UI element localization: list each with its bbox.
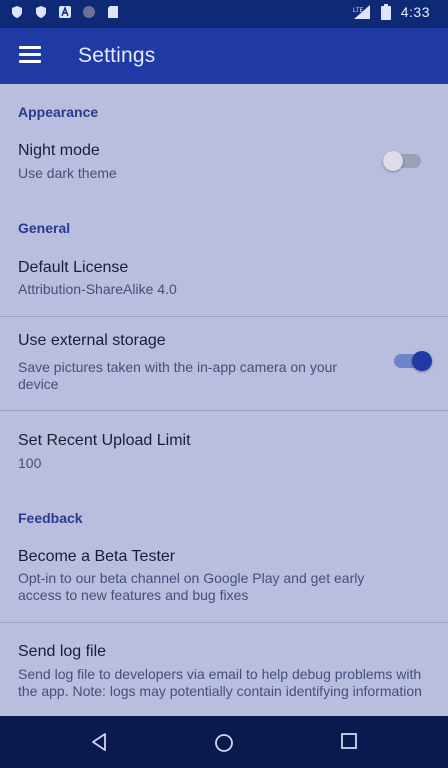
pref-title: Night mode — [18, 142, 100, 159]
settings-screen: LTE 4:33 Settings Appearance Night mode … — [0, 0, 448, 768]
pref-summary: Opt-in to our beta channel on Google Pla… — [18, 570, 365, 603]
battery-icon — [380, 4, 391, 20]
app-bar: Settings — [0, 28, 448, 84]
pref-external-storage[interactable]: Use external storage Save pictures taken… — [0, 317, 448, 409]
external-storage-switch[interactable] — [394, 351, 432, 371]
navigation-bar — [0, 716, 448, 768]
font-icon — [59, 6, 71, 18]
switch-thumb — [412, 351, 432, 371]
hamburger-menu-icon[interactable] — [19, 46, 41, 64]
pref-default-license[interactable]: Default License Attribution-ShareAlike 4… — [0, 244, 448, 316]
sd-card-icon — [108, 6, 118, 18]
pref-title: Default License — [18, 259, 129, 276]
section-header-feedback: Feedback — [18, 510, 83, 526]
pref-summary: Use dark theme — [18, 165, 117, 181]
system-indicators: LTE 4:33 — [353, 4, 430, 20]
pref-title: Set Recent Upload Limit — [18, 432, 191, 449]
back-triangle-icon[interactable] — [90, 732, 108, 752]
pref-title: Use external storage — [18, 332, 166, 349]
shield-icon — [36, 6, 46, 18]
home-circle-icon[interactable] — [213, 732, 235, 754]
pref-summary: Attribution-ShareAlike 4.0 — [18, 281, 177, 297]
pref-title: Become a Beta Tester — [18, 548, 176, 565]
page-title: Settings — [78, 44, 156, 67]
notification-icons — [10, 5, 120, 19]
pref-beta-tester[interactable]: Become a Beta Tester Opt-in to our beta … — [0, 534, 448, 620]
recent-square-icon[interactable] — [340, 732, 358, 750]
pref-night-mode[interactable]: Night mode Use dark theme — [0, 128, 448, 192]
status-bar: LTE 4:33 — [0, 0, 448, 28]
pref-summary: Send log file to developers via email to… — [18, 666, 422, 699]
pref-send-log[interactable]: Send log file Send log file to developer… — [0, 623, 448, 716]
shield-icon — [12, 6, 22, 18]
section-header-appearance: Appearance — [18, 104, 99, 120]
network-type: LTE — [353, 8, 364, 14]
switch-thumb — [383, 151, 403, 171]
pref-upload-limit[interactable]: Set Recent Upload Limit 100 — [0, 411, 448, 493]
pref-summary: 100 — [18, 455, 42, 471]
night-mode-switch[interactable] — [383, 151, 421, 171]
pref-summary: Save pictures taken with the in-app came… — [18, 359, 338, 392]
pref-title: Send log file — [18, 643, 107, 660]
section-header-general: General — [18, 220, 71, 236]
circle-icon — [83, 6, 95, 18]
clock: 4:33 — [400, 4, 430, 20]
signal-icon: LTE — [353, 5, 370, 19]
settings-list: Appearance Night mode Use dark theme Gen… — [0, 84, 448, 716]
